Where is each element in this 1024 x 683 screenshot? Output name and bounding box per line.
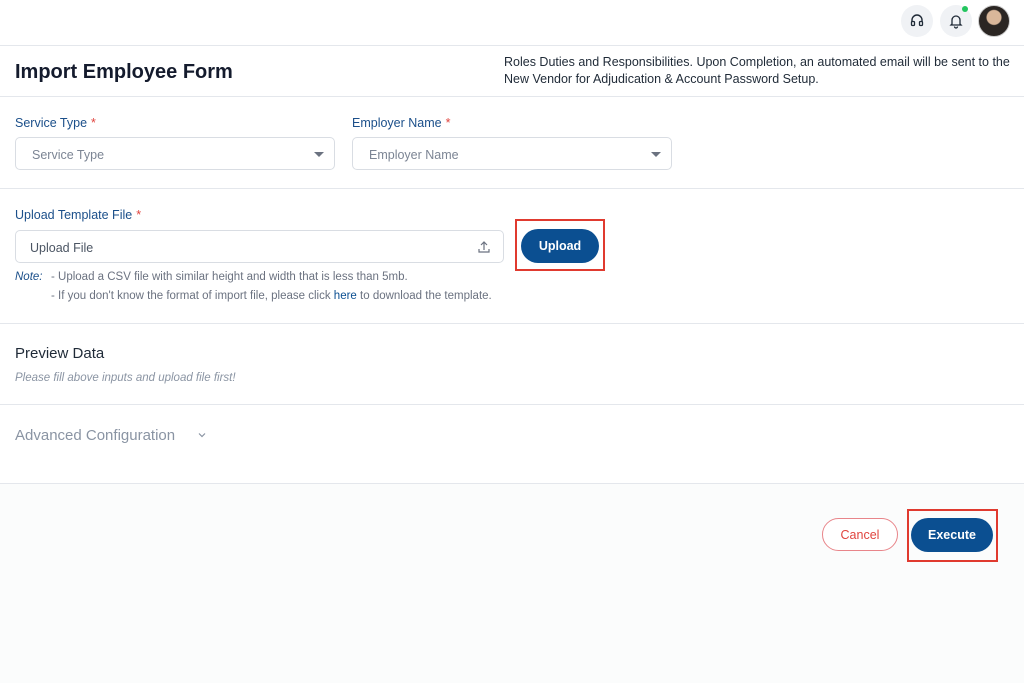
execute-button[interactable]: Execute — [911, 518, 993, 552]
service-type-select[interactable]: Service Type — [15, 137, 335, 170]
upload-template-label: Upload Template File * — [15, 208, 142, 222]
caret-down-icon — [651, 152, 661, 157]
online-status-dot — [962, 6, 968, 12]
upload-file-placeholder: Upload File — [30, 241, 94, 255]
note-label: Note: — [15, 271, 43, 283]
service-type-placeholder: Service Type — [32, 148, 105, 162]
header-note: Roles Duties and Responsibilities. Upon … — [504, 55, 1010, 86]
bell-icon — [949, 15, 963, 29]
upload-file-input[interactable]: Upload File — [15, 230, 504, 263]
cancel-button[interactable]: Cancel — [822, 518, 898, 551]
form-header: Import Employee Form Roles Duties and Re… — [0, 46, 1024, 97]
required-mark: * — [445, 116, 451, 130]
notifications-button[interactable] — [940, 5, 972, 37]
service-type-label: Service Type * — [15, 116, 96, 130]
footer-area — [0, 484, 1024, 683]
avatar[interactable] — [978, 5, 1010, 37]
support-button[interactable] — [901, 5, 933, 37]
employer-name-placeholder: Employer Name — [369, 148, 459, 162]
employer-name-select[interactable]: Employer Name — [352, 137, 672, 170]
preview-data-title: Preview Data — [15, 345, 105, 362]
download-template-link[interactable]: here — [334, 290, 357, 302]
upload-icon — [478, 241, 490, 253]
advanced-configuration-toggle[interactable]: Advanced Configuration — [15, 427, 175, 444]
preview-section — [0, 324, 1024, 405]
caret-down-icon — [314, 152, 324, 157]
page-title: Import Employee Form — [15, 61, 233, 83]
employer-name-label: Employer Name * — [352, 116, 451, 130]
top-bar — [0, 0, 1024, 46]
note-line-1: - Upload a CSV file with similar height … — [51, 271, 408, 283]
preview-data-hint: Please fill above inputs and upload file… — [15, 372, 236, 384]
headset-icon — [910, 14, 924, 27]
advanced-section — [0, 405, 1024, 484]
required-mark: * — [136, 208, 142, 222]
upload-button[interactable]: Upload — [521, 229, 599, 263]
required-mark: * — [91, 116, 96, 130]
chevron-down-icon[interactable] — [197, 430, 207, 440]
note-line-2: - If you don't know the format of import… — [51, 290, 492, 302]
